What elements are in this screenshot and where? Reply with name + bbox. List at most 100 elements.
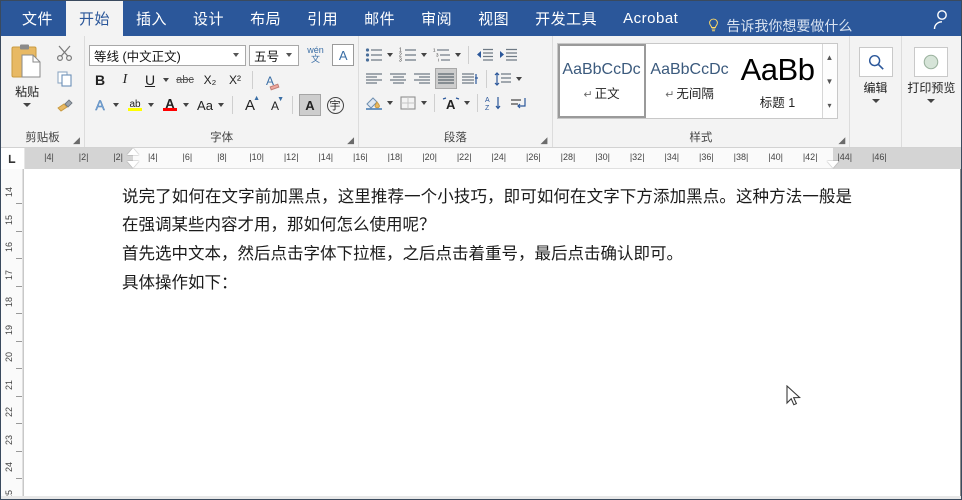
numbering-split-button[interactable]: 123 [397,44,429,65]
font-dialog-launcher[interactable]: ◢ [347,136,356,145]
highlight-chevron-down-icon[interactable] [148,103,154,107]
font-name-combobox[interactable]: 等线 (中文正文) [89,44,247,66]
bullets-chevron-down-icon[interactable] [387,52,394,57]
shrink-font-button[interactable]: A ▼ [264,94,286,116]
show-paragraph-marks-icon[interactable] [507,92,529,113]
change-case-chevron-down-icon[interactable] [218,103,224,107]
underline-chevron-down-icon[interactable] [163,78,169,82]
account-person-icon[interactable] [929,6,955,32]
change-case-split-button[interactable]: Aa [194,94,226,116]
decrease-indent-icon[interactable] [474,44,496,65]
copy-icon[interactable] [56,70,74,93]
styles-more-icon[interactable]: ▾ [823,94,837,116]
line-spacing-icon[interactable] [492,68,514,89]
style-item-heading1[interactable]: AaBb 标题 1 [734,44,822,118]
font-size-combobox[interactable]: 五号 [249,44,299,66]
align-left-icon[interactable] [363,68,385,89]
sort-az-icon[interactable]: AZ [483,92,505,113]
font-size-chevron-down-icon[interactable] [285,53,292,57]
pinyin-split-button[interactable]: A [440,92,472,113]
tab-file[interactable]: 文件 [9,1,66,36]
first-line-indent-marker[interactable] [127,147,139,155]
styles-gallery-scrollbar[interactable]: ▲ ▼ ▾ [821,44,837,118]
subscript-button[interactable]: X₂ [199,69,221,91]
format-painter-icon[interactable] [56,96,74,119]
styles-dialog-launcher[interactable]: ◢ [838,136,847,145]
superscript-button[interactable]: X² [224,69,246,91]
horizontal-ruler[interactable]: |4| |2| |2| |4| |6| |8| |10| |12| |14| |16| |18| |2… [1,147,961,169]
italic-button[interactable]: I [114,69,136,91]
change-case-button[interactable]: Aa [194,94,216,116]
editing-chevron-down-icon[interactable] [871,99,880,103]
editing-button[interactable]: 编辑 [854,41,896,103]
print-preview-chevron-down-icon[interactable] [927,99,936,103]
text-effects-chevron-down-icon[interactable] [113,103,119,107]
multilevel-list-icon[interactable]: 13i [431,44,453,65]
tab-home[interactable]: 开始 [66,1,124,36]
borders-split-button[interactable] [397,92,429,113]
tab-design[interactable]: 设计 [180,1,237,36]
vertical-ruler[interactable]: 14 15 16 17 18 19 20 21 22 23 24 25 [1,169,23,499]
text-effects-split-button[interactable]: A [89,94,121,116]
font-name-chevron-down-icon[interactable] [233,53,240,57]
shading-chevron-down-icon[interactable] [387,100,394,105]
shading-icon[interactable] [363,92,385,113]
tab-mailings[interactable]: 邮件 [351,1,408,36]
style-item-normal[interactable]: AaBbCcDc ↵ 正文 [557,44,646,118]
style-item-no-spacing[interactable]: AaBbCcDc ↵ 无间隔 [646,44,734,118]
enclose-characters-button[interactable]: 宇 [324,94,346,116]
phonetic-guide-button[interactable]: wén文 [302,44,329,66]
tab-review[interactable]: 审阅 [408,1,465,36]
bold-button[interactable]: B [89,69,111,91]
paste-button[interactable]: 粘贴 [5,41,49,107]
clear-formatting-button[interactable]: A [259,69,281,91]
borders-chevron-down-icon[interactable] [421,100,428,105]
tab-developer[interactable]: 开发工具 [522,1,610,36]
character-border-button[interactable]: A [332,44,355,66]
text-effects-button[interactable]: A [89,94,111,116]
strikethrough-button[interactable]: abc [174,69,196,91]
font-color-split-button[interactable]: A [159,94,191,116]
tab-insert[interactable]: 插入 [123,1,180,36]
document-page[interactable]: 说完了如何在文字前加黑点，这里推荐一个小技巧，即可如何在文字下方添加黑点。这种方… [23,169,961,499]
underline-split-button[interactable]: U [139,69,171,91]
print-preview-button[interactable]: 打印预览 [906,41,957,103]
line-spacing-split-button[interactable] [492,68,524,89]
scissors-icon[interactable] [56,44,74,67]
pinyin-chevron-down-icon[interactable] [464,100,471,105]
tab-references[interactable]: 引用 [294,1,351,36]
character-shading-button[interactable]: A [299,94,321,116]
tab-layout[interactable]: 布局 [237,1,294,36]
tab-acrobat[interactable]: Acrobat [610,1,691,36]
styles-scroll-up-icon[interactable]: ▲ [823,46,837,68]
bullet-list-icon[interactable] [363,44,385,65]
align-justify-icon[interactable] [435,68,458,89]
shading-split-button[interactable] [363,92,395,113]
right-indent-marker[interactable] [827,160,839,168]
underline-button[interactable]: U [139,69,161,91]
styles-scroll-down-icon[interactable]: ▼ [823,70,837,92]
ruler-track[interactable]: |4| |2| |2| |4| |6| |8| |10| |12| |14| |16| |18| |2… [25,147,961,169]
highlight-split-button[interactable]: ab [124,94,156,116]
clipboard-dialog-launcher[interactable]: ◢ [73,136,82,145]
borders-icon[interactable] [397,92,419,113]
multilevel-chevron-down-icon[interactable] [455,52,462,57]
tab-stop-left-icon[interactable] [1,147,25,169]
font-color-chevron-down-icon[interactable] [183,103,189,107]
paste-dropdown-caret-icon[interactable] [23,103,32,107]
paragraph-dialog-launcher[interactable]: ◢ [541,136,550,145]
font-color-button[interactable]: A [159,94,181,116]
multilevel-list-split-button[interactable]: 13i [431,44,463,65]
line-spacing-chevron-down-icon[interactable] [516,76,523,81]
tell-me-search[interactable]: 告诉我你想要做什么 [707,16,852,36]
text-highlight-button[interactable]: ab [124,94,146,116]
pinyin-guide-icon[interactable]: A [440,92,462,113]
numbered-list-icon[interactable]: 123 [397,44,419,65]
increase-indent-icon[interactable] [498,44,520,65]
hanging-indent-marker[interactable] [127,160,139,168]
document-text[interactable]: 说完了如何在文字前加黑点，这里推荐一个小技巧，即可如何在文字下方添加黑点。这种方… [122,183,852,298]
align-right-icon[interactable] [411,68,433,89]
distribute-text-icon[interactable] [459,68,481,89]
bullets-split-button[interactable] [363,44,395,65]
numbering-chevron-down-icon[interactable] [421,52,428,57]
